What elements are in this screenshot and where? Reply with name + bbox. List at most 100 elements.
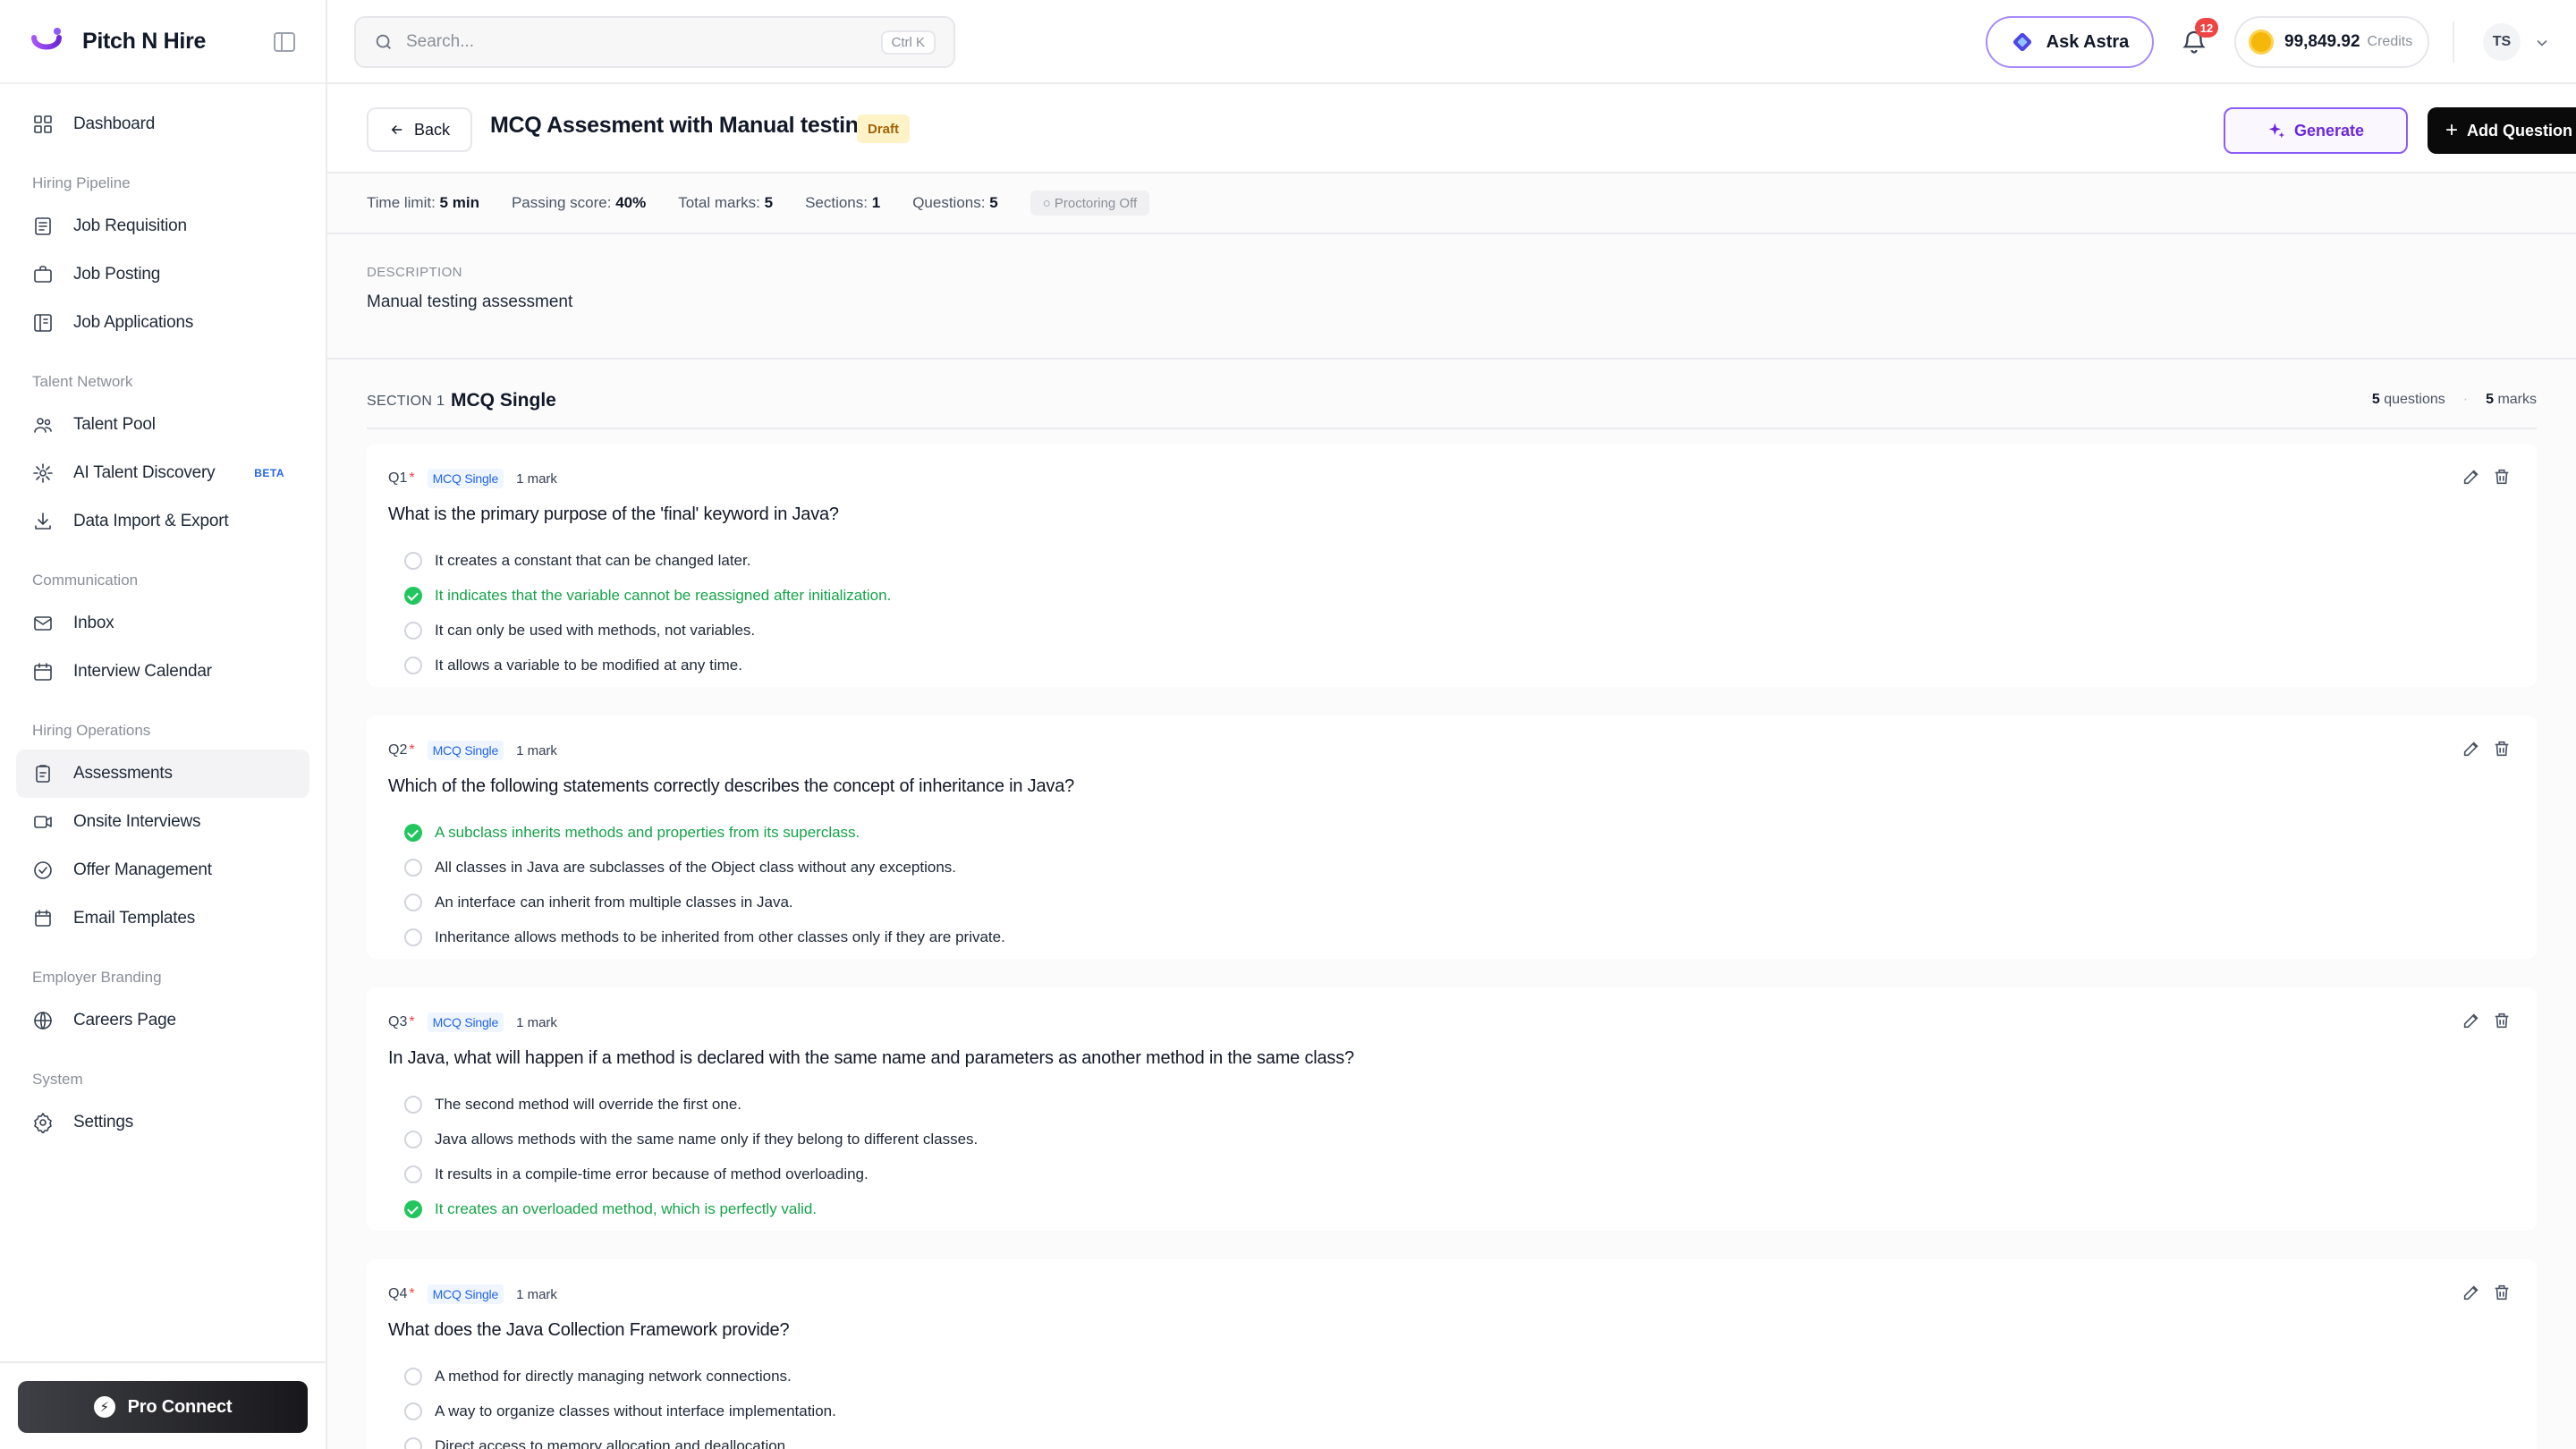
required-asterisk: * bbox=[409, 1014, 415, 1030]
calendar-icon bbox=[32, 661, 54, 682]
question-actions bbox=[2451, 739, 2512, 758]
talent-pool-icon bbox=[32, 414, 54, 436]
answer-option[interactable]: It results in a compile-time error becau… bbox=[388, 1157, 2515, 1191]
section-name: MCQ Single bbox=[451, 390, 556, 411]
add-question-button[interactable]: + Add Question bbox=[2428, 107, 2576, 154]
question-text: Which of the following statements correc… bbox=[388, 776, 1075, 796]
answer-option[interactable]: A way to organize classes without interf… bbox=[388, 1394, 2515, 1428]
answer-option-text: Direct access to memory allocation and d… bbox=[435, 1436, 790, 1449]
sidebar-item-label: AI Talent Discovery bbox=[73, 463, 216, 482]
sidebar-item-label: Dashboard bbox=[73, 114, 156, 133]
sidebar-item-settings[interactable]: Settings bbox=[16, 1098, 309, 1147]
import-export-icon bbox=[32, 511, 54, 532]
sidebar-item-dashboard[interactable]: Dashboard bbox=[16, 100, 309, 148]
sidebar-item-job-applications[interactable]: Job Applications bbox=[16, 299, 309, 347]
question-number: Q2 * bbox=[388, 742, 415, 758]
avatar[interactable]: TS bbox=[2483, 23, 2521, 61]
email-templates-icon bbox=[32, 908, 54, 929]
nav-group-label: Employer Branding bbox=[32, 969, 162, 986]
sidebar-item-job-posting[interactable]: Job Posting bbox=[16, 250, 309, 299]
answer-option[interactable]: A subclass inherits methods and properti… bbox=[388, 815, 2515, 850]
answer-option[interactable]: Direct access to memory allocation and d… bbox=[388, 1428, 2515, 1449]
sidebar-item-ai-talent-discovery[interactable]: AI Talent Discovery BETA bbox=[16, 449, 309, 497]
answer-option[interactable]: It allows a variable to be modified at a… bbox=[388, 648, 2515, 682]
sparkle-icon bbox=[2268, 123, 2285, 139]
page-title: MCQ Assesment with Manual testing bbox=[490, 113, 872, 138]
sidebar-item-label: Inbox bbox=[73, 614, 114, 632]
generate-button[interactable]: Generate bbox=[2224, 107, 2408, 154]
search-input[interactable] bbox=[406, 32, 881, 52]
question-type-badge: MCQ Single bbox=[427, 1013, 504, 1032]
ask-astra-button[interactable]: Ask Astra bbox=[1986, 16, 2154, 68]
description-text: Manual testing assessment bbox=[367, 292, 573, 311]
question-number: Q4 * bbox=[388, 1286, 415, 1302]
trash-icon[interactable] bbox=[2492, 739, 2512, 758]
stat-value: 1 bbox=[871, 194, 881, 211]
question-text: In Java, what will happen if a method is… bbox=[388, 1048, 1354, 1068]
answer-option[interactable]: The second method will override the firs… bbox=[388, 1087, 2515, 1122]
answer-option[interactable]: All classes in Java are subclasses of th… bbox=[388, 850, 2515, 885]
radio-circle-icon bbox=[404, 1095, 422, 1114]
radio-circle-icon bbox=[404, 1402, 422, 1420]
sidebar-item-interview-calendar[interactable]: Interview Calendar bbox=[16, 648, 309, 696]
radio-circle-icon bbox=[404, 858, 422, 877]
ask-astra-label: Ask Astra bbox=[2046, 31, 2130, 52]
answer-option-text: It can only be used with methods, not va… bbox=[435, 621, 756, 639]
edit-pencil-icon[interactable] bbox=[2462, 1011, 2481, 1030]
astra-icon bbox=[2012, 32, 2031, 52]
sidebar-item-careers-page[interactable]: Careers Page bbox=[16, 996, 309, 1045]
edit-pencil-icon[interactable] bbox=[2462, 467, 2481, 487]
back-button[interactable]: Back bbox=[367, 107, 472, 152]
answer-option-text: A subclass inherits methods and properti… bbox=[435, 823, 860, 841]
answer-option[interactable]: An interface can inherit from multiple c… bbox=[388, 885, 2515, 919]
answer-option[interactable]: A method for directly managing network c… bbox=[388, 1359, 2515, 1394]
sidebar-item-label: Job Applications bbox=[73, 313, 194, 332]
question-number: Q1 * bbox=[388, 470, 415, 487]
answer-option[interactable]: It creates an overloaded method, which i… bbox=[388, 1191, 2515, 1226]
brand-logo-icon[interactable] bbox=[29, 23, 64, 59]
chevron-down-icon[interactable] bbox=[2533, 34, 2551, 52]
question-card: Q1 * MCQ Single 1 mark What is the primary p… bbox=[367, 444, 2537, 687]
question-actions bbox=[2451, 1011, 2512, 1030]
sidebar-item-inbox[interactable]: Inbox bbox=[16, 599, 309, 648]
credits-pill[interactable]: 99,849.92 Credits bbox=[2234, 16, 2429, 68]
radio-circle-icon bbox=[404, 621, 422, 640]
add-question-label: Add Question bbox=[2467, 121, 2572, 140]
sidebar-item-label: Careers Page bbox=[73, 1011, 176, 1030]
answer-option[interactable]: Inheritance allows methods to be inherit… bbox=[388, 919, 2515, 954]
sidebar-item-onsite-interviews[interactable]: Onsite Interviews bbox=[16, 798, 309, 846]
edit-pencil-icon[interactable] bbox=[2462, 739, 2481, 758]
requisition-icon bbox=[32, 216, 54, 237]
sidebar-item-assessments[interactable]: Assessments bbox=[16, 750, 309, 798]
nav-group-label: Communication bbox=[32, 572, 139, 589]
sidebar-item-talent-pool[interactable]: Talent Pool bbox=[16, 401, 309, 449]
question-marks: 1 mark bbox=[516, 742, 557, 758]
answer-option[interactable]: It can only be used with methods, not va… bbox=[388, 613, 2515, 648]
trash-icon[interactable] bbox=[2492, 1011, 2512, 1030]
sidebar-item-email-templates[interactable]: Email Templates bbox=[16, 894, 309, 943]
edit-pencil-icon[interactable] bbox=[2462, 1283, 2481, 1302]
answer-option[interactable]: It indicates that the variable cannot be… bbox=[388, 578, 2515, 613]
trash-icon[interactable] bbox=[2492, 467, 2512, 487]
sidebar-item-offer-management[interactable]: Offer Management bbox=[16, 846, 309, 894]
trash-icon[interactable] bbox=[2492, 1283, 2512, 1302]
question-card: Q4 * MCQ Single 1 mark What does the Java Co… bbox=[367, 1259, 2537, 1449]
radio-circle-icon bbox=[404, 928, 422, 946]
stat-time-limit: Time limit: 5 min bbox=[367, 194, 479, 212]
sidebar-toggle-icon[interactable] bbox=[274, 32, 295, 52]
sidebar-item-job-requisition[interactable]: Job Requisition bbox=[16, 202, 309, 250]
question-type-badge: MCQ Single bbox=[427, 1284, 504, 1304]
question-number: Q3 * bbox=[388, 1014, 415, 1030]
gear-icon bbox=[32, 1112, 54, 1133]
answer-option[interactable]: It creates a constant that can be change… bbox=[388, 543, 2515, 578]
answer-option[interactable]: Java allows methods with the same name o… bbox=[388, 1122, 2515, 1157]
pro-connect-button[interactable]: ⚡ Pro Connect bbox=[18, 1381, 308, 1433]
nav-group-label: Hiring Pipeline bbox=[32, 174, 131, 191]
search-box[interactable]: Ctrl K bbox=[354, 16, 955, 68]
section-marks: 5 bbox=[2486, 392, 2494, 407]
sidebar-item-data-import-export[interactable]: Data Import & Export bbox=[16, 497, 309, 546]
answer-option-text: The second method will override the firs… bbox=[435, 1095, 742, 1113]
section-marks-label: marks bbox=[2497, 392, 2537, 407]
stat-passing-score: Passing score: 40% bbox=[512, 194, 646, 212]
radio-circle-icon bbox=[404, 1367, 422, 1385]
